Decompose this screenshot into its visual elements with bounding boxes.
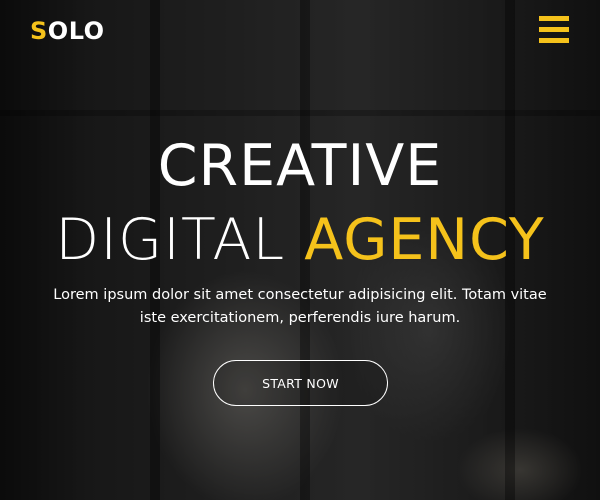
site-logo[interactable]: SOLO <box>30 17 105 45</box>
menu-bar <box>539 27 569 32</box>
hero-subtitle-line-2: iste exercitationem, perferendis iure ha… <box>139 310 461 326</box>
logo-accent-letter: S <box>30 17 48 45</box>
hero-title-line-1: CREATIVE <box>157 133 443 199</box>
menu-bar <box>539 16 569 21</box>
menu-bar <box>539 38 569 43</box>
hero-title-line-2: DIGITAL AGENCY <box>0 207 600 273</box>
hamburger-menu-icon[interactable] <box>539 16 569 43</box>
hero-subtitle: Lorem ipsum dolor sit amet consectetur a… <box>40 284 560 330</box>
logo-text: OLO <box>47 17 105 45</box>
hero-subtitle-line-1: Lorem ipsum dolor sit amet consectetur a… <box>53 287 547 303</box>
hero-title-digital: DIGITAL <box>55 207 305 273</box>
start-now-button[interactable]: START NOW <box>213 360 388 406</box>
hero-section: SOLO CREATIVE DIGITAL AGENCY Lorem ipsum… <box>0 0 600 500</box>
hero-title-highlight: AGENCY <box>304 207 545 273</box>
